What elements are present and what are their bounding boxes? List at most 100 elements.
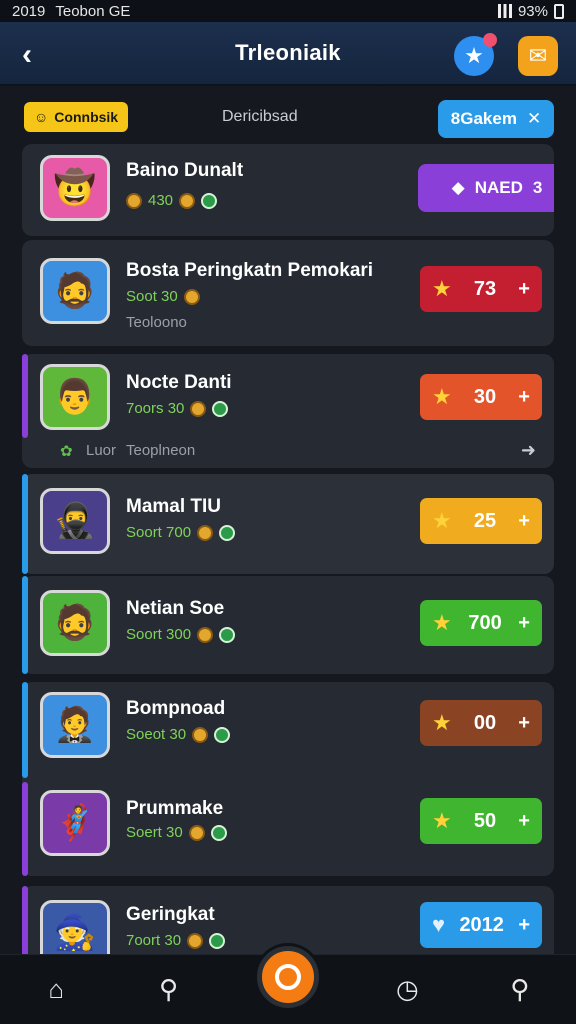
list-item[interactable]: 🧔 Netian Soe Soort 300 ★ 700 + xyxy=(22,576,554,674)
star-icon: ★ xyxy=(432,508,452,533)
star-icon: ★ xyxy=(432,610,452,635)
stats-value: Soort 700 xyxy=(126,524,192,541)
rank-badge[interactable]: ◆ NAED 3 xyxy=(418,164,554,212)
adventurer-avatar: 🤵 xyxy=(40,692,110,758)
favorites-button[interactable]: ★ xyxy=(454,33,497,76)
score-button[interactable]: ★ 700 + xyxy=(420,600,542,646)
plus-icon: + xyxy=(518,611,530,634)
chevron-left-icon[interactable]: ‹ xyxy=(22,38,32,72)
gem-icon xyxy=(212,400,229,417)
filter-label: 8Gakem xyxy=(450,109,517,128)
coin-icon xyxy=(192,726,209,743)
mail-icon: ✉ xyxy=(528,43,548,68)
coin-icon xyxy=(179,192,196,209)
list-item[interactable]: 🧔 Bosta Peringkatn Pemokari Soot 30 Teol… xyxy=(22,240,554,346)
score-value: 00 xyxy=(473,711,497,734)
player-name: Prummake xyxy=(126,798,224,819)
player-subtitle: Teoloono xyxy=(126,314,187,331)
app-header: ‹ Trleoniaik ★ ✉ xyxy=(0,22,576,86)
cowboy-avatar: 🤠 xyxy=(40,155,110,221)
list-item[interactable]: 👨 Nocte Danti 7oors 30 ★ 30 + ✿ Luor Teo… xyxy=(22,354,554,468)
coin-icon xyxy=(197,524,214,541)
pirate-avatar: 🧔 xyxy=(40,590,110,656)
row-accent xyxy=(22,782,28,876)
clock-icon[interactable]: ◷ xyxy=(383,974,431,1005)
score-value: 2012 xyxy=(459,913,504,936)
gem-icon xyxy=(219,524,236,541)
location-pin-icon[interactable]: ⚲ xyxy=(496,974,544,1005)
stats-value: Soert 30 xyxy=(126,824,183,841)
forward-icon[interactable]: ➜ xyxy=(521,440,536,461)
score-value: 25 xyxy=(473,509,497,532)
score-button[interactable]: ★ 73 + xyxy=(420,266,542,312)
badge-label: NAED xyxy=(474,178,523,197)
score-button[interactable]: ★ 50 + xyxy=(420,798,542,844)
score-value: 50 xyxy=(473,809,497,832)
footnote-left: Luor xyxy=(86,442,117,459)
gem-icon xyxy=(219,626,236,643)
leaf-icon: ✿ xyxy=(60,443,73,460)
warrior-avatar: 🧔 xyxy=(40,258,110,324)
connect-label: Connbsik xyxy=(54,109,119,125)
toolbar-center-label: Dericibsad xyxy=(222,108,298,125)
stats-value: Soort 300 xyxy=(126,626,192,643)
star-icon: ★ xyxy=(432,384,452,409)
coin-icon xyxy=(126,192,142,209)
player-stats: Soort 700 xyxy=(126,524,236,541)
row-accent xyxy=(22,474,28,574)
home-icon[interactable]: ⌂ xyxy=(32,974,80,1005)
score-value: 30 xyxy=(473,385,497,408)
leaderboard-toolbar: ☺ Connbsik Dericibsad 8Gakem ✕ xyxy=(22,96,554,142)
plus-icon: + xyxy=(518,509,530,532)
mail-button[interactable]: ✉ xyxy=(518,36,558,76)
player-name: Bompnoad xyxy=(126,698,226,719)
plus-icon: + xyxy=(518,277,530,300)
record-button[interactable] xyxy=(256,945,319,1008)
status-battery: 93% xyxy=(517,2,548,20)
status-carrier: Teobon GE xyxy=(55,2,131,20)
record-icon xyxy=(274,963,301,990)
heart-icon: ♥ xyxy=(432,912,446,937)
score-value: 73 xyxy=(473,277,497,300)
coin-icon xyxy=(187,932,204,949)
gem-icon xyxy=(209,932,226,949)
signal-icon xyxy=(497,4,512,18)
connect-pill[interactable]: ☺ Connbsik xyxy=(24,102,129,132)
score-button[interactable]: ♥ 2012 + xyxy=(420,902,542,948)
score-button[interactable]: ★ 25 + xyxy=(420,498,542,544)
leaderboard-panel: ☺ Connbsik Dericibsad 8Gakem ✕ 🤠 Baino D… xyxy=(22,96,554,954)
status-bar: 2019 Teobon GE 93% xyxy=(0,0,576,22)
plus-icon: + xyxy=(518,711,530,734)
notification-dot xyxy=(483,33,497,47)
row-accent xyxy=(22,682,28,778)
row-accent xyxy=(22,354,28,438)
score-button[interactable]: ★ 30 + xyxy=(420,374,542,420)
star-icon: ★ xyxy=(432,710,452,735)
list-item[interactable]: 🤠 Baino Dunalt 430 ◆ NAED 3 xyxy=(22,144,554,236)
row-accent xyxy=(22,576,28,674)
player-stats: Soeot 30 xyxy=(126,726,231,743)
score-button[interactable]: ★ 00 + xyxy=(420,700,542,746)
wizard-avatar: 🧙 xyxy=(40,900,110,954)
coin-icon xyxy=(188,824,205,841)
player-name: Geringkat xyxy=(126,904,215,925)
bottom-nav: ⌂ ⚲ ◷ ⚲ xyxy=(0,945,576,1024)
player-name: Baino Dunalt xyxy=(126,160,244,181)
close-icon[interactable]: ✕ xyxy=(527,109,541,129)
footnote-text: Teoplneon xyxy=(126,442,196,459)
star-icon: ★ xyxy=(432,276,452,301)
plus-icon: + xyxy=(518,809,530,832)
player-stats: Soort 300 xyxy=(126,626,236,643)
stats-value: 430 xyxy=(148,192,174,209)
list-item[interactable]: 🧙 Geringkat 7oort 30 ♥ 2012 + xyxy=(22,886,554,954)
gem-icon xyxy=(214,726,231,743)
player-stats: Soot 30 xyxy=(126,288,200,305)
smile-icon: ☺ xyxy=(34,109,49,125)
filter-pill[interactable]: 8Gakem ✕ xyxy=(438,100,554,138)
search-icon[interactable]: ⚲ xyxy=(145,974,193,1005)
player-stats: 7oort 30 xyxy=(126,932,226,949)
list-item[interactable]: 🥷 Mamal TIU Soort 700 ★ 25 + xyxy=(22,474,554,574)
coin-icon xyxy=(197,626,214,643)
badge-number: 3 xyxy=(532,178,543,197)
hero-avatar: 🦸 xyxy=(40,790,110,856)
